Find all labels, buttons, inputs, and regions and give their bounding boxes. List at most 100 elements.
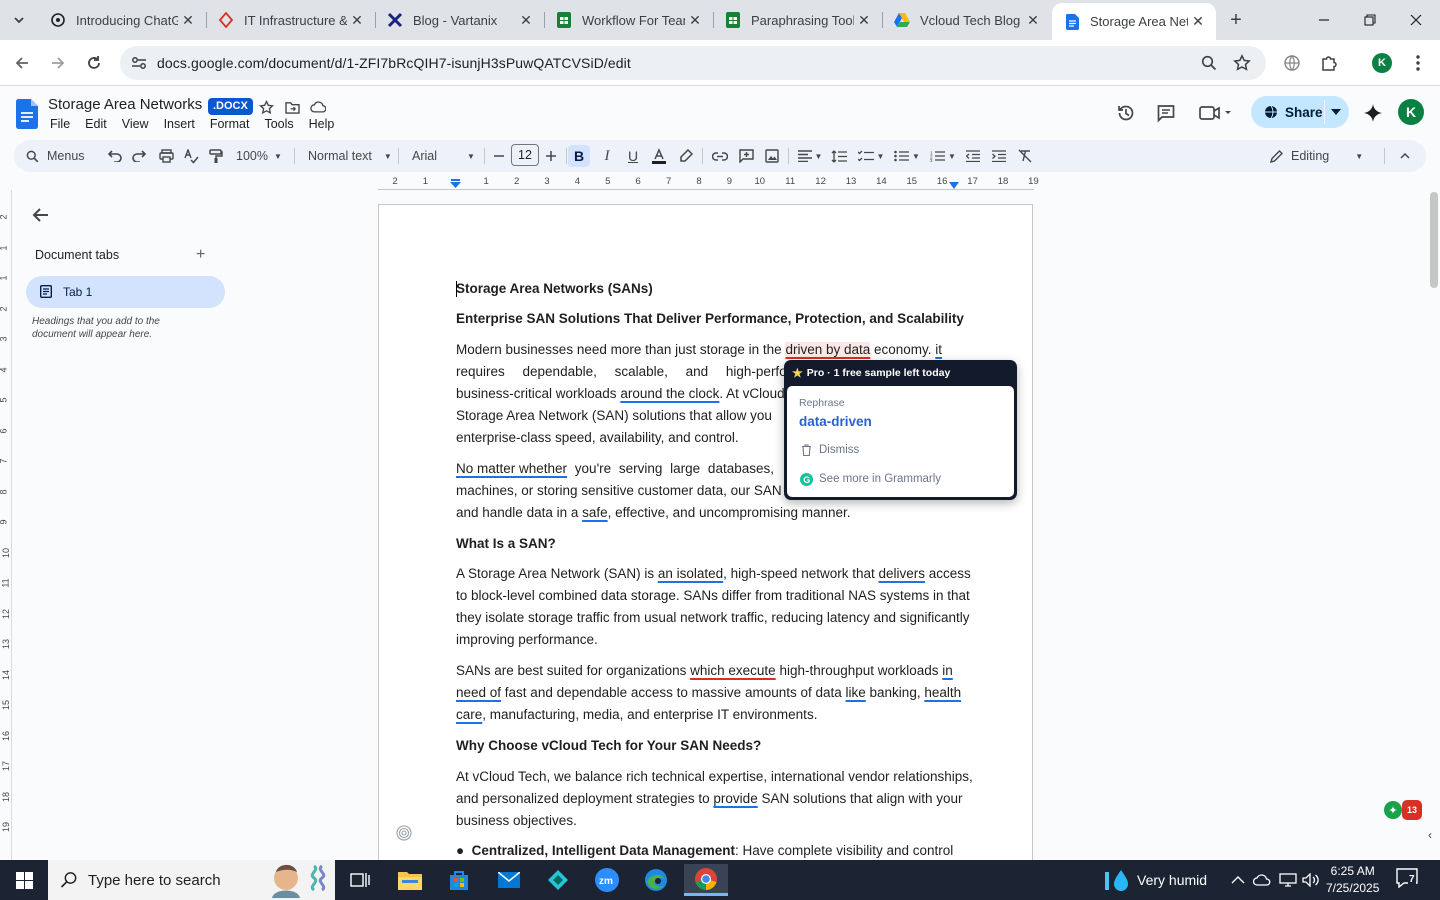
extensions-puzzle-icon[interactable]	[1315, 49, 1343, 77]
taskbar-chrome[interactable]	[684, 864, 728, 896]
bold-button[interactable]: B	[568, 145, 590, 167]
heading-2[interactable]: Enterprise SAN Solutions That Deliver Pe…	[456, 311, 964, 326]
insert-image-icon[interactable]	[762, 145, 782, 167]
grammar-issue-driven-by-data[interactable]: driven by data	[785, 342, 871, 357]
gemini-sparkle-icon[interactable]	[1361, 101, 1385, 125]
fingerprint-icon[interactable]	[395, 824, 413, 842]
menu-file[interactable]: File	[50, 117, 70, 131]
grammar-issue-care[interactable]: care	[456, 707, 482, 722]
browser-tab-it-infrastructure[interactable]: IT Infrastructure & ... ✕	[206, 6, 376, 34]
menu-view[interactable]: View	[122, 117, 149, 131]
notification-center-button[interactable]: 7	[1396, 868, 1422, 892]
close-tab-icon[interactable]: ✕	[1188, 12, 1208, 32]
task-view-button[interactable]	[340, 864, 380, 896]
close-window-button[interactable]	[1393, 6, 1439, 34]
grammarly-status-icon[interactable]: ✦	[1384, 801, 1402, 819]
weather-text[interactable]: Very humid	[1137, 872, 1207, 888]
paragraph-4[interactable]: SANs are best suited for organizations w…	[456, 660, 961, 726]
browser-tab-chatgpt[interactable]: Introducing ChatGPT ✕	[38, 6, 207, 34]
align-select[interactable]: ▼	[796, 145, 824, 167]
grammar-issue-health[interactable]: health	[924, 685, 961, 700]
share-button[interactable]: Share	[1251, 96, 1349, 128]
taskbar-file-explorer[interactable]	[390, 864, 430, 896]
underline-button[interactable]: U	[622, 145, 644, 167]
caret-down-icon[interactable]	[1331, 109, 1341, 115]
grammar-issue-like[interactable]: like	[846, 685, 866, 700]
close-tab-icon[interactable]: ✕	[516, 10, 536, 30]
paragraph-5[interactable]: At vCloud Tech, we balance rich technica…	[456, 766, 973, 832]
grammar-issue-which-execute[interactable]: which execute	[690, 663, 776, 678]
menu-help[interactable]: Help	[309, 117, 335, 131]
comments-icon[interactable]	[1154, 101, 1178, 125]
bookmark-star-icon[interactable]	[1232, 53, 1252, 73]
spellcheck-icon[interactable]	[183, 145, 199, 167]
browser-tab-paraphrasing[interactable]: Paraphrasing Tool ✕	[713, 6, 883, 34]
undo-icon[interactable]	[107, 145, 123, 167]
account-avatar[interactable]: K	[1398, 99, 1424, 125]
taskbar-app-diamond[interactable]	[538, 864, 578, 896]
browser-tab-storage-area-networks[interactable]: Storage Area Networks ✕	[1052, 3, 1216, 40]
network-icon[interactable]	[1279, 873, 1297, 887]
tab-search-button[interactable]	[6, 7, 32, 33]
text-color-button[interactable]	[648, 145, 670, 167]
profile-avatar[interactable]: K	[1368, 49, 1396, 77]
sidebar-tab-1[interactable]: Tab 1	[26, 276, 225, 308]
clear-formatting-icon[interactable]	[1016, 145, 1034, 167]
italic-button[interactable]: I	[596, 145, 618, 167]
add-tab-button[interactable]: +	[196, 246, 205, 264]
taskbar-search-box[interactable]: Type here to search	[48, 860, 335, 900]
heading-1[interactable]: Storage Area Networks (SANs)	[456, 281, 653, 296]
system-clock[interactable]: 6:25 AM 7/25/2025	[1326, 863, 1379, 897]
kebab-menu-icon[interactable]	[1404, 49, 1432, 77]
google-docs-logo-icon[interactable]	[16, 99, 38, 129]
heading-4[interactable]: Why Choose vCloud Tech for Your SAN Need…	[456, 738, 761, 753]
onedrive-cloud-icon[interactable]	[1253, 873, 1271, 887]
grammar-issue-no-matter-whether[interactable]: No matter whether	[456, 461, 567, 476]
taskbar-mail[interactable]	[489, 864, 529, 896]
bullet-item-centralized[interactable]: ● Centralized, Intelligent Data Manageme…	[456, 840, 955, 862]
windows-start-button[interactable]	[0, 860, 48, 900]
grammar-issue-safe[interactable]: safe	[582, 505, 608, 520]
reload-button[interactable]	[80, 49, 108, 77]
taskbar-zoom[interactable]: zm	[587, 864, 627, 896]
close-tab-icon[interactable]: ✕	[854, 10, 874, 30]
menu-tools[interactable]: Tools	[264, 117, 293, 131]
grammar-issue-need-of[interactable]: need of	[456, 685, 501, 700]
arrow-left-icon[interactable]	[30, 204, 52, 226]
bulleted-list-select[interactable]: ▼	[892, 145, 922, 167]
zoom-icon[interactable]	[1199, 53, 1219, 73]
print-icon[interactable]	[158, 145, 174, 167]
increase-font-size-button[interactable]	[544, 145, 558, 167]
close-tab-icon[interactable]: ✕	[685, 10, 705, 30]
decrease-font-size-button[interactable]	[492, 145, 506, 167]
insert-comment-icon[interactable]	[736, 145, 756, 167]
grammar-issue-in[interactable]: in	[942, 663, 953, 678]
grammar-issue-provide[interactable]: provide	[713, 791, 757, 806]
star-icon[interactable]	[257, 98, 275, 116]
menus-search[interactable]: Menus	[26, 145, 85, 167]
numbered-list-select[interactable]: 1 2 3 ▼	[928, 145, 958, 167]
grammar-issue-delivers[interactable]: delivers	[878, 566, 925, 581]
dismiss-button[interactable]: Dismiss	[799, 443, 859, 457]
grammar-issue-around-the-clock[interactable]: around the clock	[620, 386, 719, 401]
menu-insert[interactable]: Insert	[164, 117, 195, 131]
side-panel-chevron-icon[interactable]: ‹	[1428, 828, 1440, 848]
indent-marker-icon[interactable]	[450, 179, 461, 189]
highlight-color-button[interactable]	[676, 145, 696, 167]
menu-format[interactable]: Format	[210, 117, 250, 131]
grammar-issue-an-isolated[interactable]: an isolated	[658, 566, 723, 581]
see-more-in-grammarly-button[interactable]: G See more in Grammarly	[799, 472, 941, 486]
volume-icon[interactable]	[1302, 873, 1320, 887]
paint-format-icon[interactable]	[208, 145, 224, 167]
menu-edit[interactable]: Edit	[85, 117, 107, 131]
close-tab-icon[interactable]: ✕	[1023, 10, 1043, 30]
minimize-button[interactable]	[1301, 6, 1347, 34]
close-tab-icon[interactable]: ✕	[178, 10, 198, 30]
font-size-input[interactable]: 12	[511, 144, 539, 166]
back-button[interactable]	[8, 49, 36, 77]
browser-tab-workflow[interactable]: Workflow For Teams ✕	[544, 6, 714, 34]
increase-indent-icon[interactable]	[990, 145, 1008, 167]
restore-button[interactable]	[1347, 6, 1393, 34]
paragraph-style-select[interactable]: Normal text ▼	[308, 145, 392, 167]
insert-link-icon[interactable]	[710, 145, 730, 167]
